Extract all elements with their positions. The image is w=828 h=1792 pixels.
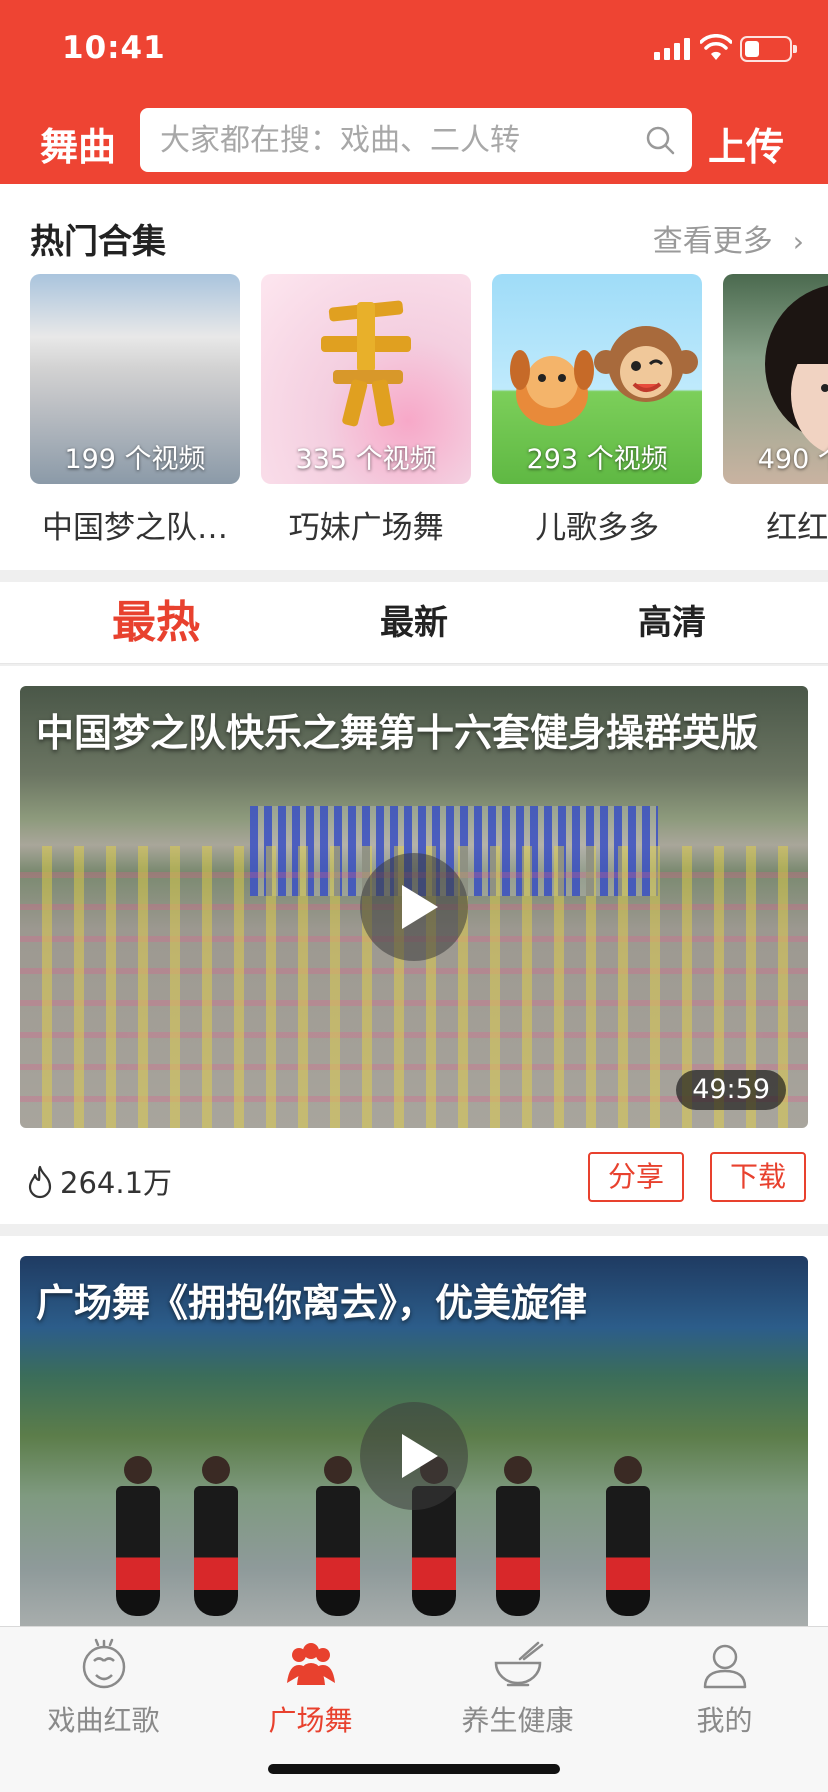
home-indicator[interactable] xyxy=(268,1764,560,1774)
play-icon[interactable] xyxy=(360,1402,468,1510)
tabbar-label: 养生健康 xyxy=(461,1704,574,1737)
collection-thumbnail[interactable]: 335 个视频 xyxy=(261,274,472,484)
video-thumbnail[interactable]: 中国梦之队快乐之舞第十六套健身操群英版 49:59 xyxy=(20,686,808,1128)
search-icon[interactable] xyxy=(644,124,676,156)
collection-name: 儿歌多多 xyxy=(535,510,660,546)
collection-name: 中国梦之队… xyxy=(42,510,228,546)
play-icon[interactable] xyxy=(360,853,468,961)
tabbar-label: 广场舞 xyxy=(268,1704,353,1737)
view-count: 264.1万 xyxy=(26,1160,172,1202)
chevron-right-icon: › xyxy=(792,225,804,258)
collection-item[interactable]: 199 个视频 中国梦之队… xyxy=(30,274,240,547)
bowl-icon xyxy=(494,1641,543,1687)
cartoon-characters-illustration xyxy=(510,326,699,426)
cellular-signal-icon xyxy=(654,38,690,60)
video-card: 中国梦之队快乐之舞第十六套健身操群英版 49:59 264.1万 分享 下载 xyxy=(0,666,828,1224)
collection-list: 199 个视频 中国梦之队… 335 个视频 巧妹广场舞 293 个视频 儿歌多… xyxy=(30,274,828,547)
dance-character-logo xyxy=(321,300,412,427)
tabbar-item-health[interactable]: 养生健康 xyxy=(414,1637,621,1747)
upload-button[interactable]: 上传 xyxy=(708,116,784,171)
see-more-label: 查看更多 xyxy=(652,224,773,259)
video-title: 中国梦之队快乐之舞第十六套健身操群英版 xyxy=(36,711,759,755)
see-more-link[interactable]: 查看更多 › xyxy=(653,216,804,260)
user-icon xyxy=(703,1644,746,1689)
collection-count: 335 个视频 xyxy=(295,444,437,475)
video-duration: 49:59 xyxy=(676,1070,786,1110)
tabbar-item-square-dance[interactable]: 广场舞 xyxy=(207,1637,414,1747)
page-title: 舞曲 xyxy=(40,125,117,169)
tabbar-label: 戏曲红歌 xyxy=(47,1704,160,1737)
status-time: 10:41 xyxy=(62,30,166,66)
wifi-icon xyxy=(700,34,732,60)
tab-hottest[interactable]: 最热 xyxy=(18,582,294,664)
tabbar-label: 我的 xyxy=(696,1704,753,1737)
tabbar-item-opera[interactable]: 戏曲红歌 xyxy=(0,1637,207,1747)
status-bar: 10:41 xyxy=(0,0,828,100)
collection-name: 红红儿广 xyxy=(766,510,828,546)
opera-mask-icon xyxy=(82,1638,125,1689)
video-thumbnail[interactable]: 广场舞《拥抱你离去》，优美旋律 xyxy=(20,1256,808,1656)
collection-thumbnail[interactable]: 199 个视频 xyxy=(30,274,240,484)
video-meta: 264.1万 分享 下载 xyxy=(0,1128,828,1224)
collection-item[interactable]: 293 个视频 儿歌多多 xyxy=(492,274,703,547)
fire-icon xyxy=(28,1165,52,1199)
app-header: 10:41 舞曲 上传 xyxy=(0,0,828,184)
hot-collections-section: 热门合集 查看更多 › 199 个视频 中国梦之队… 335 个视频 巧妹广场舞 xyxy=(0,184,828,570)
search-input[interactable] xyxy=(160,108,630,172)
share-button[interactable]: 分享 xyxy=(588,1152,684,1202)
view-count-value: 264.1万 xyxy=(60,1166,173,1200)
sort-tabs: 最热 最新 高清 xyxy=(0,582,828,664)
collection-item[interactable]: 335 个视频 巧妹广场舞 xyxy=(261,274,472,547)
collection-name: 巧妹广场舞 xyxy=(288,510,444,546)
search-bar[interactable] xyxy=(140,108,692,172)
tab-hd[interactable]: 高清 xyxy=(534,582,810,664)
battery-icon xyxy=(740,36,797,62)
video-card: 广场舞《拥抱你离去》，优美旋律 xyxy=(0,1236,828,1656)
section-title: 热门合集 xyxy=(30,222,166,262)
collection-thumbnail[interactable]: 490 个视频 xyxy=(723,274,828,484)
collection-count: 490 个视频 xyxy=(757,444,828,475)
group-dance-icon xyxy=(286,1643,335,1685)
video-title: 广场舞《拥抱你离去》，优美旋律 xyxy=(36,1281,588,1325)
collection-thumbnail[interactable]: 293 个视频 xyxy=(492,274,703,484)
tabbar-item-me[interactable]: 我的 xyxy=(621,1637,828,1747)
download-button[interactable]: 下载 xyxy=(710,1152,806,1202)
collection-count: 199 个视频 xyxy=(64,444,206,475)
collection-item[interactable]: 490 个视频 红红儿广 xyxy=(723,274,828,547)
tab-newest[interactable]: 最新 xyxy=(276,582,552,664)
collection-count: 293 个视频 xyxy=(526,444,668,475)
